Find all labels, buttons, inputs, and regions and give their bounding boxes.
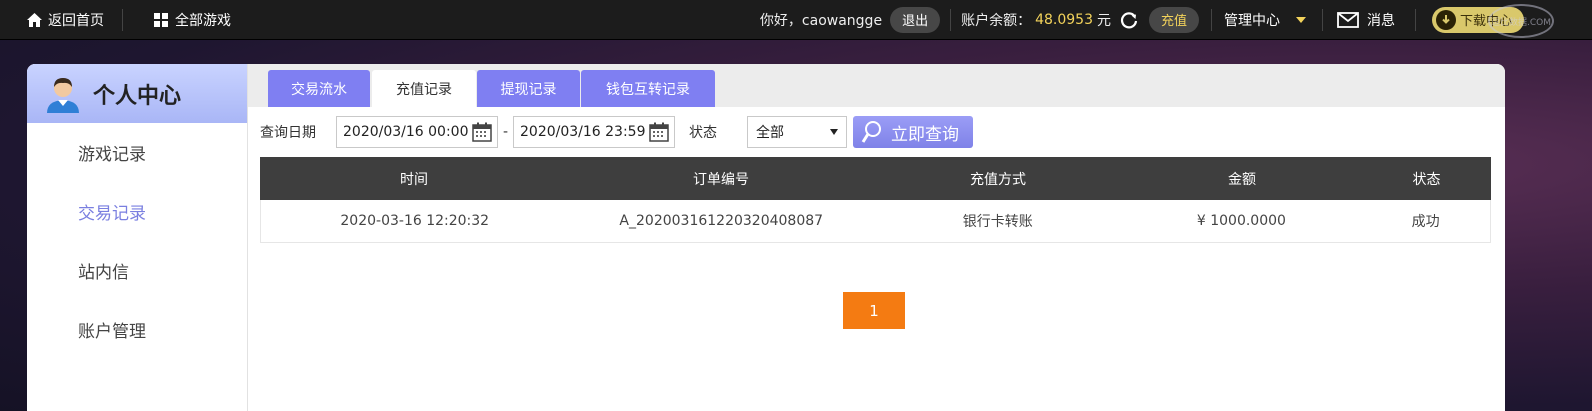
all-games-link[interactable]: 全部游戏 xyxy=(123,0,249,40)
column-header-recharge-method: 充值方式 xyxy=(970,171,1026,188)
messages-label: 消息 xyxy=(1367,12,1395,29)
sidebar-header: 个人中心 xyxy=(27,64,247,123)
cell-amount: ¥ 1000.0000 xyxy=(1196,213,1286,229)
cell-time: 2020-03-16 12:20:32 xyxy=(340,213,490,229)
watermark-logo: 逗比数据.COM xyxy=(1488,4,1554,38)
admin-center-label: 管理中心 xyxy=(1224,12,1280,29)
column-header-status: 状态 xyxy=(1412,171,1441,188)
download-icon xyxy=(1436,9,1456,30)
recharge-records-table: 时间 订单编号 充值方式 金额 状态 2020-03-16 12:20:32 A… xyxy=(260,157,1491,243)
main-content: 交易流水 充值记录 提现记录 钱包互转记录 查询日期 2020/03/16 00… xyxy=(248,64,1505,411)
sidebar-item-game-records[interactable]: 游戏记录 xyxy=(27,123,247,182)
personal-center-panel: 个人中心 游戏记录 交易记录 站内信 账户管理 交易流水 充值记录 提现记录 钱… xyxy=(27,64,1505,411)
column-header-time: 时间 xyxy=(400,171,428,188)
status-select-value: 全部 xyxy=(756,125,784,141)
home-link[interactable]: 返回首页 xyxy=(0,0,122,40)
status-label: 状态 xyxy=(689,125,717,141)
admin-center-menu[interactable]: 管理中心 xyxy=(1212,0,1322,40)
all-games-label: 全部游戏 xyxy=(175,12,231,29)
column-header-amount: 金额 xyxy=(1228,171,1256,188)
start-date-value: 2020/03/16 00:00 xyxy=(343,124,469,140)
home-label: 返回首页 xyxy=(48,12,104,29)
sidebar-item-account-management[interactable]: 账户管理 xyxy=(27,300,247,359)
calendar-icon[interactable] xyxy=(648,121,670,143)
balance-unit: 元 xyxy=(1096,12,1111,29)
date-label: 查询日期 xyxy=(260,125,316,141)
table-header: 时间 订单编号 充值方式 金额 状态 xyxy=(260,157,1491,200)
user-greeting: 你好，caowangge xyxy=(759,12,883,29)
pagination-page-1[interactable]: 1 xyxy=(843,292,905,329)
tab-withdraw-records[interactable]: 提现记录 xyxy=(477,70,580,107)
chevron-down-icon xyxy=(830,129,838,135)
logout-button[interactable]: 退出 xyxy=(890,6,941,33)
search-icon xyxy=(861,121,881,143)
messages-link[interactable]: 消息 xyxy=(1323,0,1415,40)
sidebar: 个人中心 游戏记录 交易记录 站内信 账户管理 xyxy=(27,64,248,411)
calendar-icon[interactable] xyxy=(471,121,493,143)
cell-recharge-method: 银行卡转账 xyxy=(962,214,1033,230)
tab-recharge-records[interactable]: 充值记录 xyxy=(372,70,476,107)
mail-icon xyxy=(1337,11,1359,28)
sidebar-title: 个人中心 xyxy=(93,83,182,109)
cell-status: 成功 xyxy=(1411,214,1440,230)
balance-value: 48.0953 xyxy=(1035,11,1093,28)
refresh-icon[interactable] xyxy=(1119,10,1139,30)
sidebar-item-transaction-records[interactable]: 交易记录 xyxy=(27,182,247,241)
status-select[interactable]: 全部 xyxy=(747,116,847,148)
grid-icon xyxy=(154,12,168,27)
table-row: 2020-03-16 12:20:32 A_202003161220320408… xyxy=(260,200,1491,243)
tab-bar: 交易流水 充值记录 提现记录 钱包互转记录 xyxy=(248,64,1505,107)
end-date-value: 2020/03/16 23:59 xyxy=(520,124,646,140)
end-date-input[interactable]: 2020/03/16 23:59 xyxy=(513,116,675,148)
filter-bar: 查询日期 2020/03/16 00:00 - 2020/03/16 23:59 xyxy=(248,114,1505,150)
balance-label: 账户余额： xyxy=(961,12,1032,29)
tab-wallet-transfer-records[interactable]: 钱包互转记录 xyxy=(581,70,715,107)
date-separator: - xyxy=(502,124,509,140)
tab-transaction-flow[interactable]: 交易流水 xyxy=(268,70,370,107)
start-date-input[interactable]: 2020/03/16 00:00 xyxy=(336,116,498,148)
chevron-down-icon xyxy=(1296,16,1306,23)
user-avatar-icon xyxy=(47,77,79,113)
recharge-button[interactable]: 充值 xyxy=(1148,6,1199,33)
sidebar-item-inbox[interactable]: 站内信 xyxy=(27,241,247,300)
query-button-label: 立即查询 xyxy=(891,124,959,145)
top-navigation-bar: 返回首页 全部游戏 你好，caowangge 退出 账户余额： 48.0953 … xyxy=(0,0,1592,40)
query-button[interactable]: 立即查询 xyxy=(853,116,973,148)
cell-order-number: A_202003161220320408087 xyxy=(619,213,824,229)
column-header-order-number: 订单编号 xyxy=(693,171,749,188)
home-icon xyxy=(27,12,42,27)
